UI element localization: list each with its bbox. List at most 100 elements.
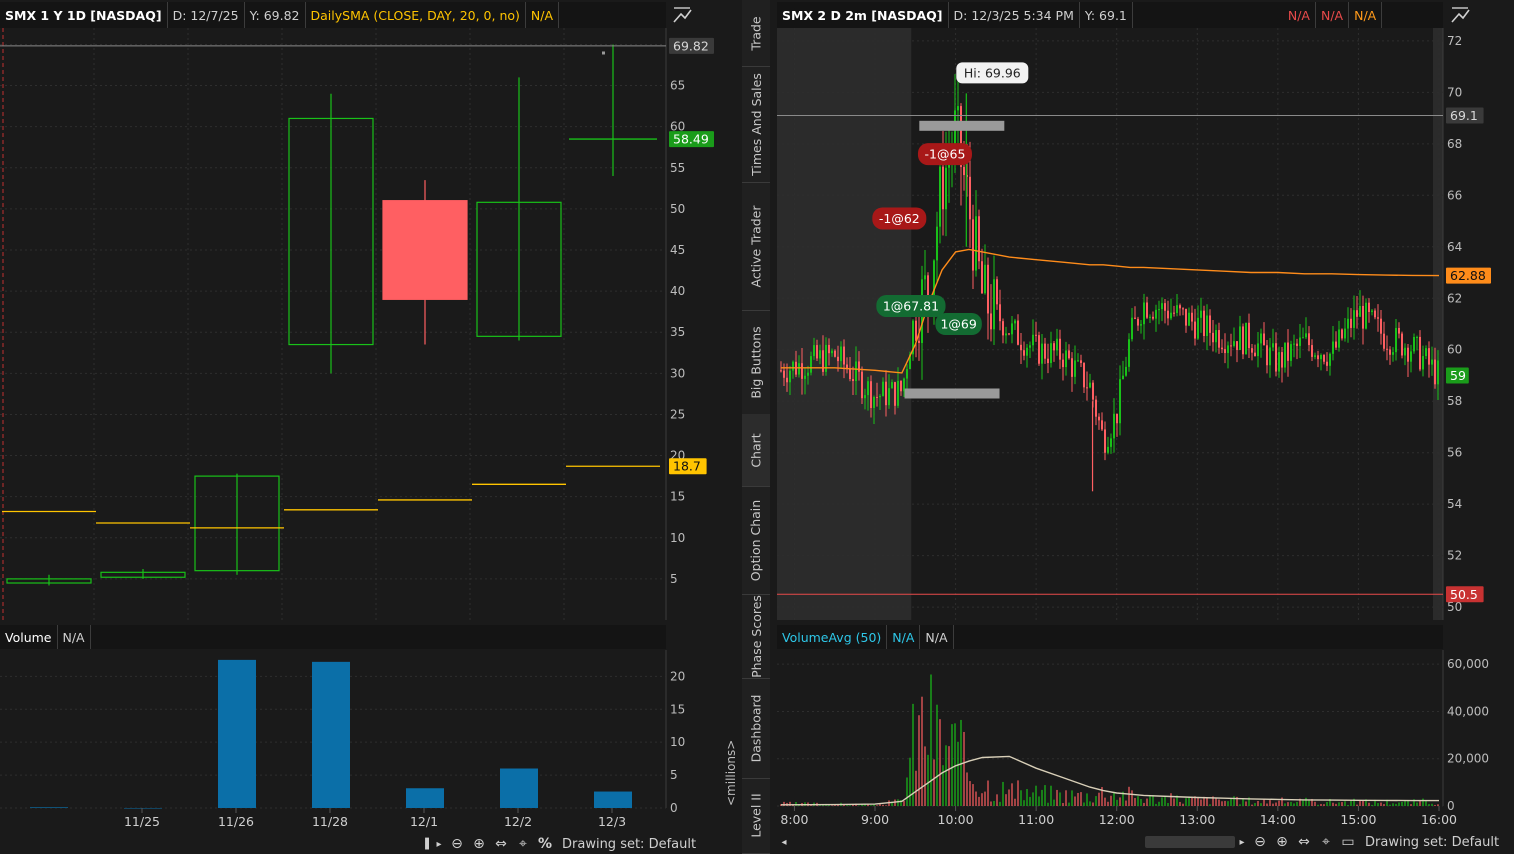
- intraday-candle-body: [1296, 343, 1298, 346]
- zoom-in-icon[interactable]: ⊕: [468, 835, 490, 853]
- right-scroll-left-icon[interactable]: ◂: [777, 833, 791, 851]
- intraday-candle-body: [1347, 318, 1349, 329]
- side-tab-dashboard[interactable]: Dashboard: [742, 678, 770, 779]
- intraday-candle-body: [885, 381, 887, 406]
- side-tab-trade[interactable]: Trade: [742, 0, 770, 67]
- intraday-candle-body: [843, 346, 845, 365]
- intraday-candle-body: [1143, 302, 1145, 325]
- zoom-out-icon[interactable]: ⊖: [446, 835, 468, 853]
- percent-icon[interactable]: %: [534, 835, 556, 853]
- left-style-icon[interactable]: [672, 6, 692, 24]
- intraday-candle-body: [1251, 348, 1253, 353]
- intraday-candle-body: [1407, 347, 1409, 362]
- scroll-right-icon[interactable]: ▸: [432, 835, 446, 853]
- volume-bar[interactable]: [594, 791, 632, 808]
- intraday-candle-body: [1206, 315, 1208, 337]
- volume-bar[interactable]: [218, 659, 256, 808]
- right-frame-icon[interactable]: ▭: [1337, 833, 1359, 851]
- intraday-candle-body: [1416, 336, 1418, 338]
- right-zoom-in-icon[interactable]: ⊕: [1271, 833, 1293, 851]
- right-time-label: 16:00: [1421, 812, 1457, 827]
- right-price-chart[interactable]: 727068666462605856545250Hi: 69.96-1@65-1…: [777, 28, 1514, 622]
- left-price-tick: 25: [670, 407, 685, 421]
- intraday-candle-body: [900, 380, 902, 392]
- volume-avg-value-2: N/A: [920, 625, 954, 649]
- intraday-candle-body: [1071, 358, 1073, 377]
- left-date-label: 11/28: [312, 814, 348, 829]
- intraday-candle-body: [1179, 305, 1181, 309]
- right-scroll-right-icon[interactable]: ▸: [1235, 833, 1249, 851]
- left-sma-study-label[interactable]: DailySMA (CLOSE, DAY, 20, 0, no): [306, 2, 526, 28]
- left-price-chart[interactable]: 70656055504540353025201510569.8258.4918.…: [0, 28, 742, 622]
- side-tab-big-buttons[interactable]: Big Buttons: [742, 310, 770, 415]
- intraday-candle-body: [852, 379, 854, 382]
- right-zoom-out-icon[interactable]: ⊖: [1249, 833, 1271, 851]
- candle-body[interactable]: [382, 200, 468, 300]
- intraday-candle-body: [1353, 310, 1355, 328]
- right-scrollbar[interactable]: [1145, 836, 1235, 848]
- right-pan-icon[interactable]: ⇔: [1293, 833, 1315, 851]
- left-volume-tick: 10: [670, 735, 685, 749]
- volume-label[interactable]: Volume: [0, 625, 58, 649]
- intraday-candle-body: [801, 363, 803, 379]
- order-bar-top[interactable]: [919, 120, 1005, 131]
- intraday-candle-body: [1038, 335, 1040, 364]
- right-style-icon[interactable]: [1450, 6, 1470, 24]
- intraday-candle-body: [1209, 315, 1211, 333]
- pan-icon[interactable]: ⇔: [490, 835, 512, 853]
- right-volume-chart[interactable]: 60,000 40,000 20,000 0 8:00 9:00 10:00 11:00 12:…: [777, 650, 1514, 832]
- right-time-label: 14:00: [1260, 812, 1296, 827]
- intraday-candle-body: [1080, 360, 1082, 363]
- intraday-candle-body: [987, 264, 989, 314]
- intraday-candle-body: [1041, 343, 1043, 364]
- intraday-candle-body: [1170, 312, 1172, 319]
- side-tab-phase-scores[interactable]: Phase Scores: [742, 594, 770, 679]
- intraday-candle-body: [924, 275, 926, 280]
- right-price-tick: 56: [1447, 446, 1462, 460]
- intraday-candle-body: [792, 361, 794, 371]
- side-tab-level-ii[interactable]: Level II: [742, 778, 770, 854]
- intraday-candle-body: [807, 372, 809, 376]
- right-symbol-label[interactable]: SMX 2 D 2m [NASDAQ]: [777, 2, 949, 28]
- intraday-candle-body: [1152, 316, 1154, 319]
- left-drawing-set[interactable]: Drawing set: Default: [562, 837, 696, 852]
- intraday-candle-body: [1269, 347, 1271, 366]
- volume-bar[interactable]: [406, 788, 444, 808]
- intraday-candle-body: [897, 380, 899, 406]
- volume-bar[interactable]: [30, 807, 68, 808]
- side-tab-times-and-sales[interactable]: Times And Sales: [742, 66, 770, 183]
- intraday-candle-body: [978, 216, 980, 262]
- left-symbol-label[interactable]: SMX 1 Y 1D [NASDAQ]: [0, 2, 168, 28]
- scroll-left-icon[interactable]: ▐: [418, 835, 432, 853]
- side-tab-active-trader[interactable]: Active Trader: [742, 182, 770, 311]
- intraday-candle-body: [1119, 379, 1121, 424]
- left-sma-badge: 18.7: [673, 459, 701, 474]
- left-volume-chart[interactable]: 20 15 10 5 0 11/25 11/26 11/28 12/1 12/2 12/3: [0, 650, 742, 832]
- right-chart-header: SMX 2 D 2m [NASDAQ] D: 12/3/25 5:34 PM Y…: [777, 2, 1443, 28]
- intraday-candle-body: [1254, 352, 1256, 357]
- intraday-candle-body: [1044, 343, 1046, 359]
- intraday-candle-body: [1287, 342, 1289, 361]
- intraday-candle-body: [1125, 366, 1127, 376]
- crosshair-icon[interactable]: ⌖: [512, 835, 534, 853]
- intraday-candle-body: [1032, 334, 1034, 346]
- intraday-candle-body: [849, 369, 851, 380]
- right-volume-tick: 20,000: [1447, 752, 1489, 766]
- side-tab-option-chain[interactable]: Option Chain: [742, 486, 770, 595]
- order-bar-bottom[interactable]: [904, 388, 1000, 399]
- intraday-candle-body: [861, 371, 863, 399]
- right-study-value-3: N/A: [1349, 2, 1383, 28]
- right-crosshair-icon[interactable]: ⌖: [1315, 833, 1337, 851]
- intraday-candle-body: [1101, 420, 1103, 430]
- side-tab-label: Dashboard: [748, 694, 764, 762]
- intraday-candle-body: [1401, 333, 1403, 356]
- intraday-candle-body: [1185, 308, 1187, 326]
- volume-bar[interactable]: [500, 768, 538, 809]
- volume-avg-label[interactable]: VolumeAvg (50): [777, 625, 888, 649]
- volume-bar[interactable]: [312, 661, 350, 808]
- right-drawing-set[interactable]: Drawing set: Default: [1365, 835, 1499, 850]
- volume-bar[interactable]: [124, 808, 162, 809]
- side-tab-chart[interactable]: Chart: [742, 414, 770, 487]
- intraday-candle-body: [1218, 330, 1220, 348]
- intraday-candle-body: [786, 377, 788, 383]
